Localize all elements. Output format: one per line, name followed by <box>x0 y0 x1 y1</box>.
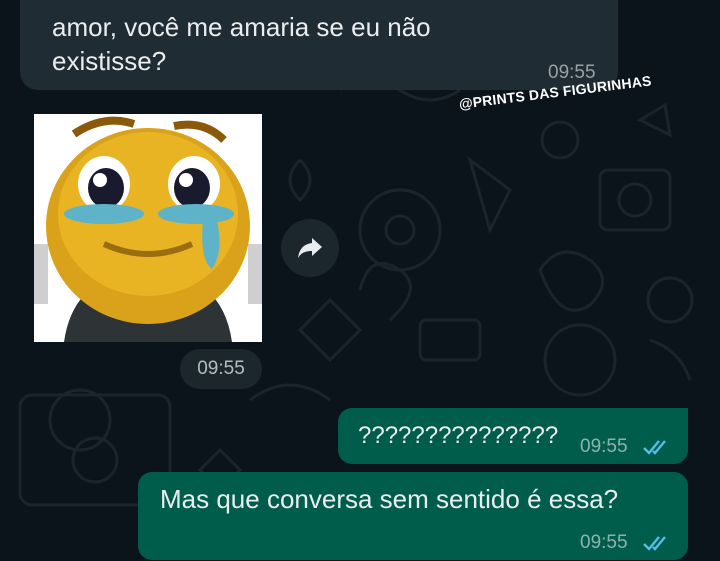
forward-button[interactable] <box>281 219 339 277</box>
crying-smiley-icon <box>34 116 262 342</box>
sticker-time: 09:55 <box>180 349 262 389</box>
outgoing-message-bubble[interactable]: Mas que conversa sem sentido é essa? 09:… <box>138 472 688 560</box>
message-text: amor, você me amaria se eu não existisse… <box>52 12 431 76</box>
message-text: Mas que conversa sem sentido é essa? <box>160 484 619 514</box>
message-time: 09:55 <box>580 436 628 457</box>
double-check-icon <box>643 440 666 455</box>
outgoing-message-bubble[interactable]: ??????????????? 09:55 <box>338 408 688 464</box>
incoming-message-bubble[interactable]: amor, você me amaria se eu não existisse… <box>20 0 618 90</box>
message-text: ??????????????? <box>358 422 559 449</box>
message-time: 09:55 <box>580 532 628 553</box>
double-check-icon <box>643 536 666 551</box>
forward-arrow-icon <box>298 238 322 258</box>
crying-smiley-sticker[interactable] <box>34 114 262 342</box>
